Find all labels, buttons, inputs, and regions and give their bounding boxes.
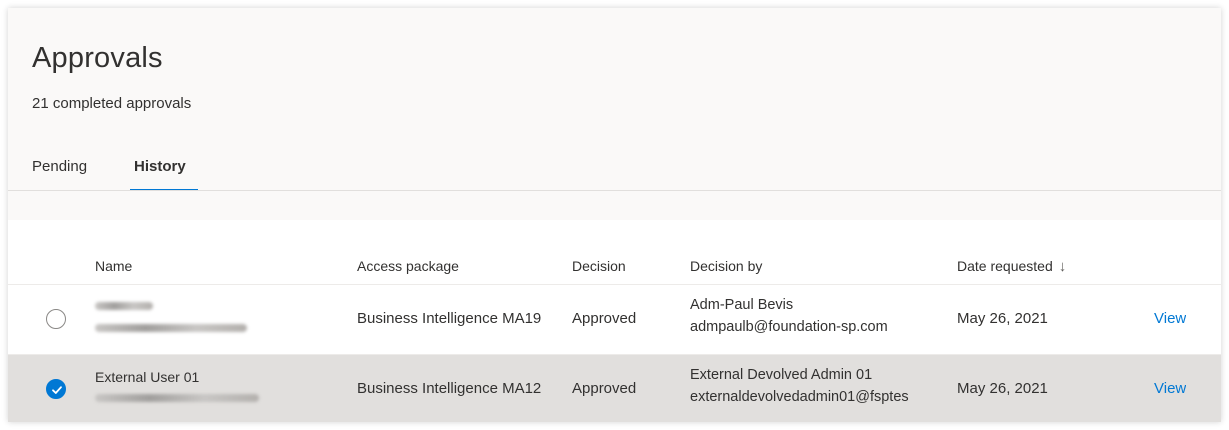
approvals-table: Name Access package Decision Decision by… xyxy=(8,220,1221,422)
redacted-name xyxy=(95,302,153,310)
decision-by-name: External Devolved Admin 01 xyxy=(690,367,873,383)
user-name-cell: External User 01 xyxy=(95,369,200,385)
row-select-radio-checked[interactable] xyxy=(46,379,66,399)
decision-by-email: externaldevolvedadmin01@fsptes xyxy=(690,389,909,405)
row-select-radio[interactable] xyxy=(46,309,66,329)
checkmark-icon xyxy=(52,386,62,394)
decision-by-name: Adm-Paul Bevis xyxy=(690,297,794,313)
page-title: Approvals xyxy=(32,42,163,74)
decision-cell: Approved xyxy=(572,310,637,327)
access-package-cell: Business Intelligence MA19 xyxy=(357,310,542,327)
tab-pending[interactable]: Pending xyxy=(32,158,87,175)
column-header-decision[interactable]: Decision xyxy=(572,258,626,274)
access-package-cell: Business Intelligence MA12 xyxy=(357,380,542,397)
divider xyxy=(8,190,1221,191)
decision-cell: Approved xyxy=(572,380,637,397)
redacted-email xyxy=(95,394,259,402)
date-requested-cell: May 26, 2021 xyxy=(957,380,1048,397)
decision-by-email: admpaulb@foundation-sp.com xyxy=(690,319,888,335)
approvals-panel: Approvals 21 completed approvals Pending… xyxy=(8,8,1221,422)
date-requested-cell: May 26, 2021 xyxy=(957,310,1048,327)
table-row-selected[interactable]: External User 01 Business Intelligence M… xyxy=(8,354,1221,422)
view-link[interactable]: View xyxy=(1154,380,1186,397)
approvals-count: 21 completed approvals xyxy=(32,95,192,112)
view-link[interactable]: View xyxy=(1154,310,1186,327)
tab-history[interactable]: History xyxy=(134,158,186,175)
column-header-access-package[interactable]: Access package xyxy=(357,258,459,274)
redacted-email xyxy=(95,324,247,332)
arrow-down-icon: ↓ xyxy=(1058,258,1067,275)
column-header-date-label: Date requested xyxy=(957,258,1053,274)
table-row[interactable]: Business Intelligence MA19 Approved Adm-… xyxy=(8,284,1221,355)
column-header-name[interactable]: Name xyxy=(95,258,132,274)
column-header-decision-by[interactable]: Decision by xyxy=(690,258,762,274)
header-section: Approvals 21 completed approvals Pending… xyxy=(8,8,1221,220)
column-header-date-requested[interactable]: Date requested ↓ xyxy=(957,258,1066,275)
